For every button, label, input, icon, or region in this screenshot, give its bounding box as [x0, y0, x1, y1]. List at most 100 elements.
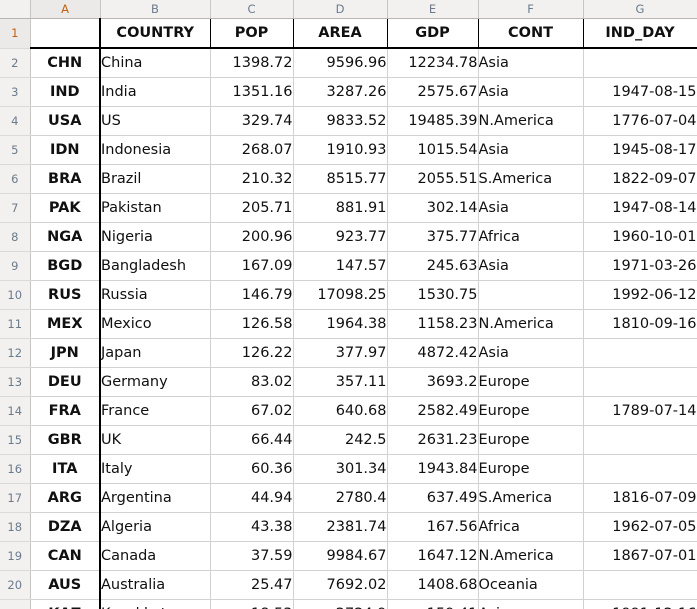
row-header-12[interactable]: 12 [0, 338, 31, 368]
cell-ind-day[interactable]: 1947-08-15 [583, 77, 697, 107]
cell-country[interactable]: Canada [100, 541, 211, 571]
cell-gdp[interactable]: 1408.68 [387, 570, 479, 600]
cell-cont[interactable]: Europe [478, 454, 584, 484]
row-header-19[interactable]: 19 [0, 541, 31, 571]
cell-b1-country-header[interactable]: COUNTRY [100, 18, 211, 49]
cell-code[interactable]: GBR [30, 425, 101, 455]
cell-e1-gdp-header[interactable]: GDP [387, 18, 479, 49]
cell-pop[interactable]: 60.36 [210, 454, 294, 484]
cell-gdp[interactable]: 1943.84 [387, 454, 479, 484]
cell-area[interactable]: 2381.74 [293, 512, 388, 542]
cell-gdp[interactable]: 167.56 [387, 512, 479, 542]
row-header-14[interactable]: 14 [0, 396, 31, 426]
cell-area[interactable]: 640.68 [293, 396, 388, 426]
cell-cont[interactable]: S.America [478, 483, 584, 513]
row-header-9[interactable]: 9 [0, 251, 31, 281]
cell-code[interactable]: KAZ [30, 599, 101, 609]
cell-cont[interactable] [478, 280, 584, 310]
cell-ind-day[interactable] [583, 48, 697, 78]
cell-code[interactable]: IDN [30, 135, 101, 165]
cell-gdp[interactable]: 302.14 [387, 193, 479, 223]
cell-gdp[interactable]: 637.49 [387, 483, 479, 513]
cell-gdp[interactable]: 1647.12 [387, 541, 479, 571]
cell-pop[interactable]: 67.02 [210, 396, 294, 426]
cell-country[interactable]: Brazil [100, 164, 211, 194]
cell-gdp[interactable]: 19485.39 [387, 106, 479, 136]
cell-country[interactable]: Indonesia [100, 135, 211, 165]
cell-cont[interactable]: Asia [478, 77, 584, 107]
cell-ind-day[interactable]: 1810-09-16 [583, 309, 697, 339]
row-header-18[interactable]: 18 [0, 512, 31, 542]
cell-area[interactable]: 881.91 [293, 193, 388, 223]
cell-cont[interactable]: Europe [478, 396, 584, 426]
cell-code[interactable]: DZA [30, 512, 101, 542]
cell-pop[interactable]: 167.09 [210, 251, 294, 281]
cell-gdp[interactable]: 2582.49 [387, 396, 479, 426]
cell-code[interactable]: MEX [30, 309, 101, 339]
cell-country[interactable]: Australia [100, 570, 211, 600]
cell-ind-day[interactable]: 1822-09-07 [583, 164, 697, 194]
cell-code[interactable]: ITA [30, 454, 101, 484]
cell-cont[interactable]: Europe [478, 425, 584, 455]
cell-area[interactable]: 17098.25 [293, 280, 388, 310]
cell-area[interactable]: 3287.26 [293, 77, 388, 107]
cell-code[interactable]: PAK [30, 193, 101, 223]
cell-cont[interactable]: N.America [478, 106, 584, 136]
cell-pop[interactable]: 1398.72 [210, 48, 294, 78]
cell-code[interactable]: RUS [30, 280, 101, 310]
cell-pop[interactable]: 37.59 [210, 541, 294, 571]
cell-ind-day[interactable] [583, 425, 697, 455]
cell-ind-day[interactable]: 1962-07-05 [583, 512, 697, 542]
cell-ind-day[interactable]: 1991-12-16 [583, 599, 697, 609]
cell-f1-cont-header[interactable]: CONT [478, 18, 584, 49]
cell-pop[interactable]: 205.71 [210, 193, 294, 223]
cell-code[interactable]: DEU [30, 367, 101, 397]
row-header-20[interactable]: 20 [0, 570, 31, 600]
cell-gdp[interactable]: 1158.23 [387, 309, 479, 339]
cell-area[interactable]: 2780.4 [293, 483, 388, 513]
cell-cont[interactable]: Asia [478, 338, 584, 368]
cell-cont[interactable]: S.America [478, 164, 584, 194]
row-header-2[interactable]: 2 [0, 48, 31, 78]
cell-country[interactable]: Japan [100, 338, 211, 368]
cell-gdp[interactable]: 2055.51 [387, 164, 479, 194]
row-header-11[interactable]: 11 [0, 309, 31, 339]
cell-pop[interactable]: 43.38 [210, 512, 294, 542]
cell-cont[interactable]: Asia [478, 251, 584, 281]
cell-ind-day[interactable]: 1960-10-01 [583, 222, 697, 252]
cell-gdp[interactable]: 2575.67 [387, 77, 479, 107]
cell-gdp[interactable]: 3693.2 [387, 367, 479, 397]
row-header-10[interactable]: 10 [0, 280, 31, 310]
cell-gdp[interactable]: 2631.23 [387, 425, 479, 455]
cell-country[interactable]: Pakistan [100, 193, 211, 223]
cell-ind-day[interactable]: 1971-03-26 [583, 251, 697, 281]
cell-pop[interactable]: 66.44 [210, 425, 294, 455]
cell-cont[interactable]: Asia [478, 135, 584, 165]
cell-area[interactable]: 9833.52 [293, 106, 388, 136]
cell-country[interactable]: Kazakhstan [100, 599, 211, 609]
cell-gdp[interactable]: 375.77 [387, 222, 479, 252]
cell-country[interactable]: Nigeria [100, 222, 211, 252]
column-header-c[interactable]: C [210, 0, 294, 19]
column-header-b[interactable]: B [100, 0, 211, 19]
cell-pop[interactable]: 268.07 [210, 135, 294, 165]
cell-pop[interactable]: 1351.16 [210, 77, 294, 107]
cell-cont[interactable]: Asia [478, 48, 584, 78]
cell-pop[interactable]: 200.96 [210, 222, 294, 252]
cell-pop[interactable]: 126.22 [210, 338, 294, 368]
cell-country[interactable]: China [100, 48, 211, 78]
cell-area[interactable]: 9984.67 [293, 541, 388, 571]
cell-country[interactable]: Russia [100, 280, 211, 310]
row-header-15[interactable]: 15 [0, 425, 31, 455]
row-header-7[interactable]: 7 [0, 193, 31, 223]
cell-code[interactable]: CAN [30, 541, 101, 571]
select-all-corner[interactable] [0, 0, 31, 19]
cell-ind-day[interactable]: 1992-06-12 [583, 280, 697, 310]
cell-gdp[interactable]: 4872.42 [387, 338, 479, 368]
row-header-4[interactable]: 4 [0, 106, 31, 136]
row-header-17[interactable]: 17 [0, 483, 31, 513]
cell-pop[interactable]: 83.02 [210, 367, 294, 397]
column-header-d[interactable]: D [293, 0, 388, 19]
cell-cont[interactable]: N.America [478, 309, 584, 339]
cell-ind-day[interactable]: 1947-08-14 [583, 193, 697, 223]
